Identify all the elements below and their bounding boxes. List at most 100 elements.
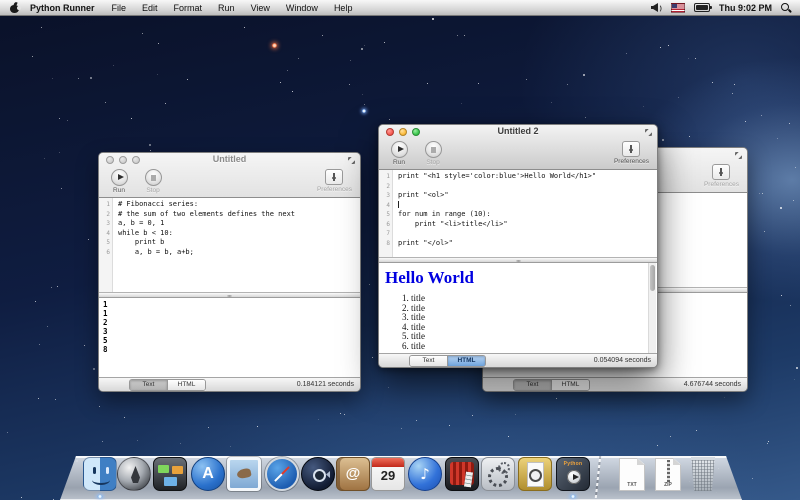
input-language-flag-icon[interactable] [671,3,685,13]
zipper-icon [667,460,670,482]
menu-file[interactable]: File [104,3,135,13]
run-button[interactable]: Run [107,169,131,194]
output-mode-segmented-control: Text HTML [513,379,590,391]
segment-html[interactable]: HTML [551,380,589,390]
dock-icon-app-store[interactable]: A [191,457,225,491]
dock-icon-system-preferences[interactable] [481,457,515,491]
spotlight-icon[interactable] [781,3,791,13]
dock-icon-photo-booth[interactable] [445,457,479,491]
stop-icon [431,147,437,153]
segment-html[interactable]: HTML [447,356,485,366]
code-line: print "<h1 style='color:blue'>Hello Worl… [393,172,657,182]
code-editor[interactable]: 1# Fibonacci series: 2# the sum of two e… [99,198,360,292]
scrollbar-track[interactable] [648,263,656,353]
list-item: title [411,313,651,323]
menu-edit[interactable]: Edit [134,3,166,13]
list-item: title [411,304,651,314]
menu-format[interactable]: Format [166,3,211,13]
toolbar: Run Stop Preferences [379,139,657,169]
dock-icon-mail[interactable] [227,457,261,491]
output-line: 1 [103,300,360,309]
title-bar[interactable]: Untitled 2 [379,125,657,139]
output-line: 5 [103,336,360,345]
dock-icon-txt-file[interactable]: TXT [619,458,645,491]
menu-app-name[interactable]: Python Runner [28,3,104,13]
code-line: while b < 10: [113,229,360,239]
battery-icon[interactable] [694,3,710,12]
output-pane[interactable]: 1 1 2 3 5 8 [99,298,360,377]
fullscreen-icon[interactable] [645,129,652,136]
code-line: # the sum of two elements defines the ne… [113,210,360,220]
output-pane-html[interactable]: Hello World title title title title titl… [379,263,657,353]
code-line: # Fibonacci series: [113,200,360,210]
menu-clock[interactable]: Thu 9:02 PM [719,3,772,13]
dock-icon-facetime[interactable] [301,457,335,491]
run-button[interactable]: Run [387,141,411,166]
preferences-icon [712,164,730,180]
apple-menu-icon[interactable] [10,3,19,13]
scrollbar-thumb[interactable] [650,265,655,291]
code-line: a, b = 0, 1 [113,219,360,229]
code-line [393,229,657,239]
preferences-button[interactable]: Preferences [704,164,739,188]
segment-text[interactable]: Text [130,380,167,390]
status-bar: Text HTML 0.184121 seconds [99,377,360,391]
dock-icon-launchpad[interactable] [117,457,151,491]
list-item: title [411,323,651,333]
stop-icon [151,175,157,181]
code-line: print "</ol>" [393,239,657,249]
play-icon [118,174,124,180]
rendered-ordered-list: title title title title title title [385,294,651,351]
stop-button[interactable]: Stop [141,169,165,194]
menu-window[interactable]: Window [278,3,326,13]
dock-icon-finder[interactable] [83,457,117,491]
menu-run[interactable]: Run [210,3,243,13]
fullscreen-icon[interactable] [735,152,742,159]
window-untitled-2[interactable]: Untitled 2 Run Stop Preferences 1print "… [378,124,658,368]
text-cursor [398,201,399,208]
menu-bar: Python Runner File Edit Format Run View … [0,0,800,16]
window-untitled[interactable]: Untitled Run Stop Preferences 1# Fibonac… [98,152,361,392]
python-runner-running-indicator [570,495,576,498]
stop-button[interactable]: Stop [421,141,445,166]
play-triangle-icon [573,474,579,480]
window-title: Untitled 2 [379,126,657,136]
dock: A @ 29 ♪ Python TXT ZIP [0,444,800,500]
play-icon [398,146,404,152]
dock-icon-ical[interactable]: 29 [371,457,405,491]
segment-text[interactable]: Text [514,380,551,390]
dock-icon-safari[interactable] [265,457,299,491]
volume-icon[interactable] [651,3,662,12]
segment-html[interactable]: HTML [167,380,205,390]
dock-icon-zip-file[interactable]: ZIP [655,458,681,491]
code-line [393,201,657,211]
dock-icon-mission-control[interactable] [153,457,187,491]
dock-icon-itunes[interactable]: ♪ [408,457,442,491]
menu-view[interactable]: View [243,3,278,13]
preferences-button[interactable]: Preferences [317,169,352,193]
toolbar: Run Stop Preferences [99,167,360,197]
code-editor[interactable]: 1print "<h1 style='color:blue'>Hello Wor… [379,170,657,257]
preferences-icon [325,169,343,185]
code-line: print "<li>title</li>" [393,220,657,230]
rendered-heading: Hello World [385,268,651,288]
dock-icon-address-book[interactable]: @ [336,457,370,491]
blue-star [362,109,366,113]
fullscreen-icon[interactable] [348,157,355,164]
dock-icon-python-runner[interactable]: Python [556,457,590,491]
segment-text[interactable]: Text [410,356,447,366]
menu-help[interactable]: Help [326,3,361,13]
status-bar: Text HTML 0.054094 seconds [379,353,657,367]
output-line: 1 [103,309,360,318]
preferences-icon [622,141,640,157]
python-runner-label: Python [557,461,589,467]
dock-icon-document-search[interactable] [518,457,552,491]
list-item: title [411,294,651,304]
calendar-day: 29 [372,468,404,483]
run-time: 4.676744 seconds [684,381,741,388]
title-bar[interactable]: Untitled [99,153,360,167]
output-line: 3 [103,327,360,336]
code-line: print b [113,238,360,248]
output-mode-segmented-control: Text HTML [409,355,486,367]
preferences-button[interactable]: Preferences [614,141,649,165]
